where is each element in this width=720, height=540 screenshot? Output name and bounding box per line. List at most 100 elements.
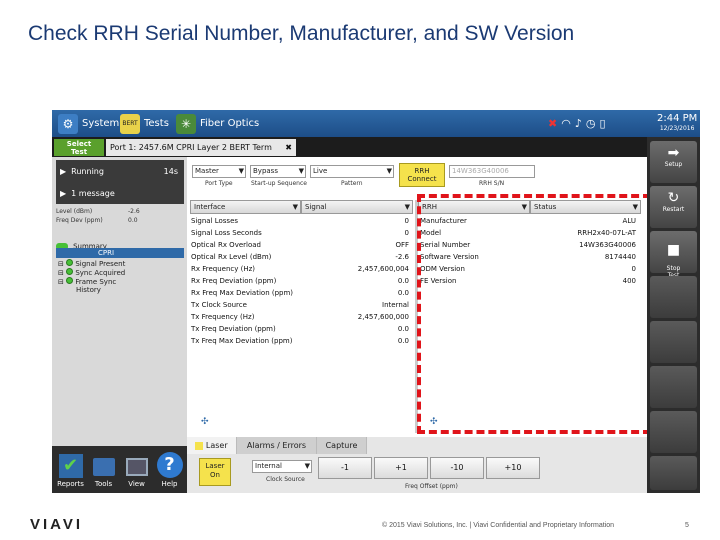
help-button[interactable]: ? Help xyxy=(153,446,186,493)
stat-label: Level (dBm) xyxy=(56,208,93,215)
view-button[interactable]: View xyxy=(120,446,153,493)
message-row[interactable]: ▶ 1 message xyxy=(56,182,184,204)
tree-item-signal-present[interactable]: ⊟ Signal Present xyxy=(58,259,125,268)
port-tab[interactable]: Port 1: 2457.6M CPRI Layer 2 BERT Term ✖ xyxy=(106,139,296,156)
chevron-down-icon: ▼ xyxy=(304,462,310,470)
dock-label: Help xyxy=(161,480,178,488)
signal-header-label: Signal xyxy=(305,203,327,211)
viavi-logo: VIAVI xyxy=(30,516,84,533)
close-icon[interactable]: ✖ xyxy=(285,139,292,156)
laser-on-button[interactable]: Laser On xyxy=(199,458,231,486)
row-value: OFF xyxy=(395,241,409,249)
slide-title: Check RRH Serial Number, Manufacturer, a… xyxy=(28,22,575,45)
stat-label: Freq Dev (ppm) xyxy=(56,217,103,224)
offset-minus-10-button[interactable]: -10 xyxy=(430,457,484,479)
setup-button[interactable]: ➡ Setup xyxy=(650,141,697,183)
tab-alarms-errors[interactable]: Alarms / Errors xyxy=(237,437,317,454)
row-name: Rx Freq Max Deviation (ppm) xyxy=(191,289,294,297)
message-label: 1 message xyxy=(71,188,115,198)
stop-test-button[interactable]: ■ Stop Test xyxy=(650,231,697,279)
led-icon xyxy=(66,259,74,266)
highlight-box xyxy=(417,194,651,434)
network-icon: ✖ xyxy=(548,117,558,130)
empty-slot xyxy=(650,276,697,318)
summary-item[interactable]: Summary xyxy=(56,236,116,251)
port-type-value: Master xyxy=(195,167,219,175)
pattern-value: Live xyxy=(313,167,328,175)
port-type-label: Port Type xyxy=(205,180,233,187)
table-row: Tx Freq Deviation (ppm) 0.0 xyxy=(191,323,411,335)
time-text: 2:44 PM xyxy=(657,112,698,124)
tree-item-cpri[interactable]: CPRI xyxy=(56,248,184,258)
rrh-id-field[interactable]: 14W363G40006 xyxy=(449,165,535,178)
reports-button[interactable]: ✔ Reports xyxy=(54,446,87,493)
row-name: Tx Freq Deviation (ppm) xyxy=(191,325,276,333)
row-value: 0.0 xyxy=(397,337,409,345)
running-label: Running xyxy=(71,166,104,176)
tab-capture[interactable]: Capture xyxy=(317,437,367,454)
fiber-label: Fiber Optics xyxy=(200,118,260,129)
rrh-connect-button[interactable]: RRH Connect xyxy=(399,163,445,187)
rrh-id-label: RRH S/N xyxy=(479,180,505,187)
tools-icon xyxy=(92,458,115,476)
table-row: Rx Frequency (Hz) 2,457,600,004 xyxy=(191,263,411,275)
rrh-id-value: 14W363G40006 xyxy=(452,167,509,175)
fiber-optics-icon: ✳ xyxy=(176,113,196,134)
status-icons: ✖ ◠ ♪ ◷ ▯ xyxy=(548,110,606,137)
signal-column-header[interactable]: Signal ▼ xyxy=(301,200,413,214)
tree-label: Signal Present xyxy=(75,260,126,268)
footer-copyright: © 2015 Viavi Solutions, Inc. | Viavi Con… xyxy=(382,522,615,529)
row-name: Signal Loss Seconds xyxy=(191,229,262,237)
clock-source-label: Clock Source xyxy=(266,476,305,483)
stat-row: Freq Dev (ppm) 0.0 xyxy=(56,217,184,226)
tree-item-history[interactable]: History xyxy=(58,286,125,294)
expand-icon[interactable]: ✣ xyxy=(201,417,209,427)
startup-sequence-label: Start-up Sequence xyxy=(251,180,307,187)
volume-icon: ♪ xyxy=(574,117,582,130)
row-value: Internal xyxy=(382,301,409,309)
fiber-optics-button[interactable]: ✳ Fiber Optics xyxy=(176,110,259,137)
startup-sequence-select[interactable]: Bypass ▼ xyxy=(250,165,306,178)
clock-icon: ◷ xyxy=(585,117,596,130)
tests-button[interactable]: BERT Tests xyxy=(120,110,169,137)
tree-label: Sync Acquired xyxy=(75,269,126,277)
wifi-icon: ◠ xyxy=(561,117,571,130)
row-name: Tx Frequency (Hz) xyxy=(191,313,255,321)
tools-button[interactable]: Tools xyxy=(87,446,120,493)
device-topbar: ⚙ System BERT Tests ✳ Fiber Optics ✖ ◠ ♪… xyxy=(52,110,700,137)
restart-icon: ↻ xyxy=(667,190,680,206)
select-test-button[interactable]: Select Test xyxy=(54,139,104,156)
arrow-right-icon: ➡ xyxy=(667,145,680,161)
tree-item-frame-sync[interactable]: ⊟ Frame Sync xyxy=(58,277,125,286)
offset-plus-10-button[interactable]: +10 xyxy=(486,457,540,479)
clock-source-select[interactable]: Internal ▼ xyxy=(252,460,312,473)
system-button[interactable]: ⚙ System xyxy=(58,110,119,137)
interface-column-header[interactable]: Interface ▼ xyxy=(190,200,301,214)
tab-laser[interactable]: Laser xyxy=(187,437,237,454)
table-row: Tx Freq Max Deviation (ppm) 0.0 xyxy=(191,335,411,347)
tab-label: Laser xyxy=(205,441,228,450)
restart-button[interactable]: ↻ Restart xyxy=(650,186,697,228)
interface-header-label: Interface xyxy=(194,203,226,211)
offset-plus-1-button[interactable]: +1 xyxy=(374,457,428,479)
stat-value: 0.0 xyxy=(128,217,138,224)
quick-stats: Level (dBm) -2.6 Freq Dev (ppm) 0.0 xyxy=(56,208,184,226)
row-name: Optical Rx Level (dBm) xyxy=(191,253,272,261)
tree-item-sync-acquired[interactable]: ⊟ Sync Acquired xyxy=(58,268,125,277)
row-value: -2.6 xyxy=(395,253,409,261)
row-value: 0.0 xyxy=(397,289,409,297)
system-label: System xyxy=(82,118,120,129)
view-icon xyxy=(125,458,148,476)
empty-slot xyxy=(650,366,697,408)
chevron-down-icon: ▼ xyxy=(404,203,410,211)
chevron-down-icon: ▼ xyxy=(238,167,244,175)
tests-label: Tests xyxy=(144,118,169,129)
page-number: 5 xyxy=(685,522,689,529)
tree-label: Frame Sync xyxy=(75,278,117,286)
offset-minus-1-button[interactable]: -1 xyxy=(318,457,372,479)
dock-label: Tools xyxy=(94,480,113,488)
pattern-select[interactable]: Live ▼ xyxy=(310,165,394,178)
row-name: Rx Frequency (Hz) xyxy=(191,265,256,273)
clock-source-value: Internal xyxy=(255,462,282,470)
port-type-select[interactable]: Master ▼ xyxy=(192,165,246,178)
